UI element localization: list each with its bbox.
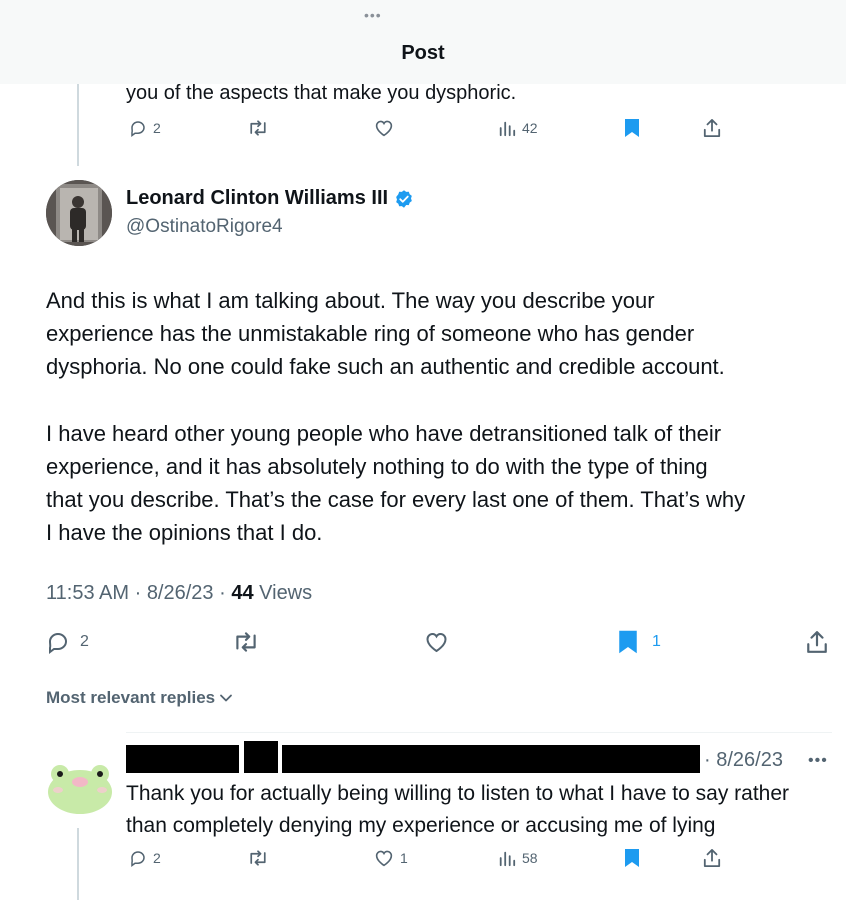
reply-date[interactable]: · 8/26/23 — [704, 749, 783, 772]
avatar[interactable] — [46, 180, 112, 246]
redacted-handle — [282, 745, 700, 773]
reply-avatar[interactable] — [44, 750, 116, 822]
post-date[interactable]: 8/26/23 — [147, 582, 214, 604]
like-button[interactable] — [374, 119, 394, 137]
verified-badge-icon — [396, 189, 412, 208]
post-line: dysphoria. No one could fake such an aut… — [46, 354, 725, 379]
bookmark-filled-icon — [619, 630, 637, 654]
post-line: that you describe. That’s the case for e… — [46, 487, 746, 512]
reply-count: 2 — [153, 850, 161, 866]
post-line: I have heard other young people who have… — [46, 421, 722, 446]
views-count-bold: 44 — [231, 582, 254, 604]
reply-icon — [131, 121, 145, 137]
reply-count: 2 — [80, 633, 89, 650]
analytics-icon — [499, 121, 516, 137]
repost-icon — [250, 850, 266, 866]
repost-icon — [236, 632, 256, 652]
like-count: 1 — [400, 850, 408, 866]
sheet-handle-dots[interactable]: ••• — [364, 7, 382, 23]
reply-button[interactable]: 2 — [129, 849, 161, 867]
post-paragraph-2: I have heard other young people who have… — [46, 417, 836, 549]
share-button[interactable] — [703, 118, 721, 138]
views-button[interactable]: 58 — [498, 849, 538, 867]
post-meta: 11:53 AM · 8/26/23 · 44 Views — [46, 582, 313, 604]
share-icon — [703, 849, 721, 867]
main-like-button[interactable] — [424, 631, 449, 653]
reply-date-text: 8/26/23 — [716, 749, 783, 771]
more-options-icon[interactable]: ••• — [808, 752, 828, 770]
redacted-name — [126, 745, 239, 773]
reply-button[interactable]: 2 — [129, 119, 161, 137]
repost-icon — [250, 120, 266, 136]
like-button[interactable]: 1 — [374, 849, 408, 867]
reply-icon — [131, 851, 145, 867]
divider — [126, 732, 832, 733]
avatar-photo — [46, 180, 112, 246]
main-reply-button[interactable]: 2 — [46, 630, 89, 654]
heart-icon — [375, 850, 393, 867]
post-paragraph-1: And this is what I am talking about. The… — [46, 284, 836, 383]
replies-sort-label: Most relevant replies — [46, 688, 216, 707]
bookmark-filled-icon — [625, 119, 639, 137]
post-line: And this is what I am talking about. The… — [46, 288, 655, 313]
post-time[interactable]: 11:53 AM — [46, 582, 129, 604]
post-line: experience has the unmistakable ring of … — [46, 321, 695, 346]
repost-button[interactable] — [247, 119, 269, 137]
bookmark-count: 1 — [652, 633, 661, 650]
main-repost-button[interactable] — [232, 631, 260, 653]
post-line: I have the opinions that I do. — [46, 520, 323, 545]
reply-icon — [48, 632, 68, 654]
frog-avatar-icon — [48, 765, 112, 814]
previous-post-text: you of the aspects that make you dysphor… — [126, 82, 517, 104]
views-label: Views — [259, 582, 313, 604]
share-icon — [703, 118, 721, 137]
bookmark-filled-icon — [625, 849, 639, 867]
chevron-down-icon — [220, 694, 233, 702]
heart-icon — [426, 632, 447, 653]
views-button[interactable]: 42 — [498, 119, 538, 137]
reply-text: Thank you for actually being willing to … — [126, 778, 836, 842]
post-line: experience, and it has absolutely nothin… — [46, 454, 708, 479]
reply-line: Thank you for actually being willing to … — [126, 782, 790, 805]
reply-actions: 2 1 58 — [0, 848, 846, 872]
author-handle[interactable]: @OstinatoRigore4 — [126, 216, 283, 238]
replies-sort-dropdown[interactable]: Most relevant replies — [46, 688, 233, 708]
analytics-icon — [499, 851, 516, 867]
author-name-text: Leonard Clinton Williams III — [126, 187, 389, 209]
previous-post-actions: 2 42 — [0, 118, 846, 142]
repost-button[interactable] — [247, 849, 269, 867]
bookmark-button[interactable] — [624, 848, 640, 868]
reply-line: than completely denying my experience or… — [126, 814, 716, 837]
main-bookmark-button[interactable]: 1 — [618, 629, 661, 655]
page-title: Post — [401, 42, 445, 64]
views-count: 58 — [522, 850, 538, 866]
share-button[interactable] — [703, 848, 721, 868]
views-count: 42 — [522, 120, 538, 136]
top-bar: ••• Post — [0, 0, 846, 84]
author-name[interactable]: Leonard Clinton Williams III — [126, 187, 414, 210]
redacted-badge — [244, 741, 278, 773]
share-icon — [807, 631, 827, 653]
bookmark-button[interactable] — [624, 118, 640, 138]
heart-icon — [375, 120, 393, 137]
main-share-button[interactable] — [806, 630, 828, 654]
reply-count: 2 — [153, 120, 161, 136]
